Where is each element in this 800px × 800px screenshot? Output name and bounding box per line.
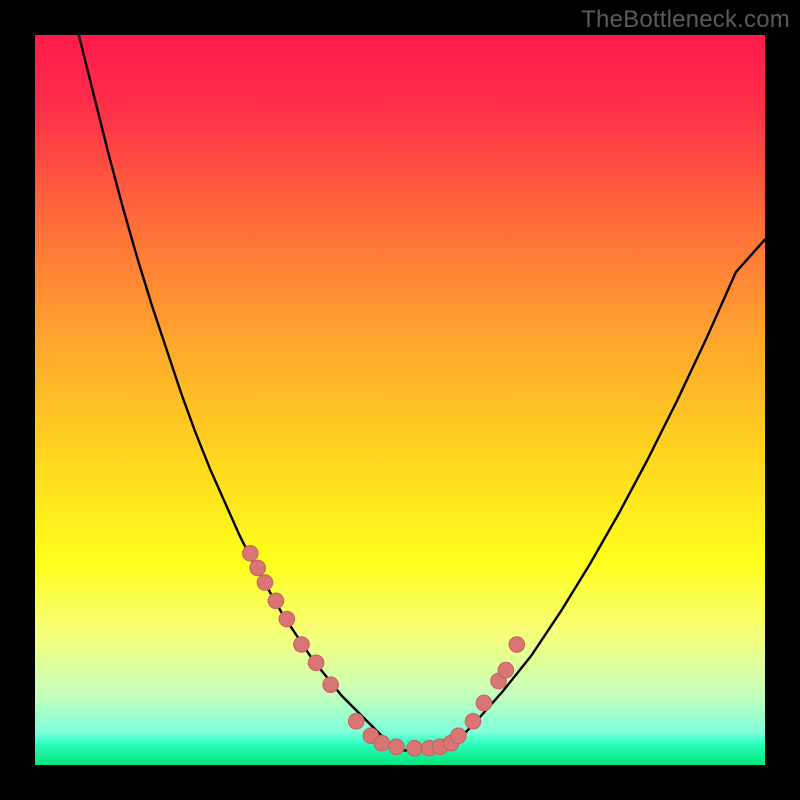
marker-dot	[407, 740, 423, 756]
marker-dot	[389, 739, 405, 755]
marker-dot	[465, 713, 481, 729]
marker-dot	[243, 546, 259, 562]
marker-dot	[323, 677, 339, 693]
gradient-background	[35, 35, 765, 765]
marker-dot	[374, 735, 390, 751]
marker-dot	[257, 575, 273, 591]
marker-dot	[476, 695, 492, 711]
bottleneck-curve-plot	[35, 35, 765, 765]
plot-area	[35, 35, 765, 765]
marker-dot	[279, 611, 295, 627]
marker-dot	[268, 593, 284, 609]
marker-dot	[294, 637, 310, 653]
marker-dot	[250, 560, 266, 576]
marker-dot	[509, 637, 525, 653]
marker-dot	[308, 655, 324, 671]
marker-dot	[348, 713, 364, 729]
marker-dot	[451, 728, 467, 744]
chart-frame: TheBottleneck.com	[0, 0, 800, 800]
watermark-text: TheBottleneck.com	[581, 6, 790, 34]
marker-dot	[498, 662, 514, 678]
